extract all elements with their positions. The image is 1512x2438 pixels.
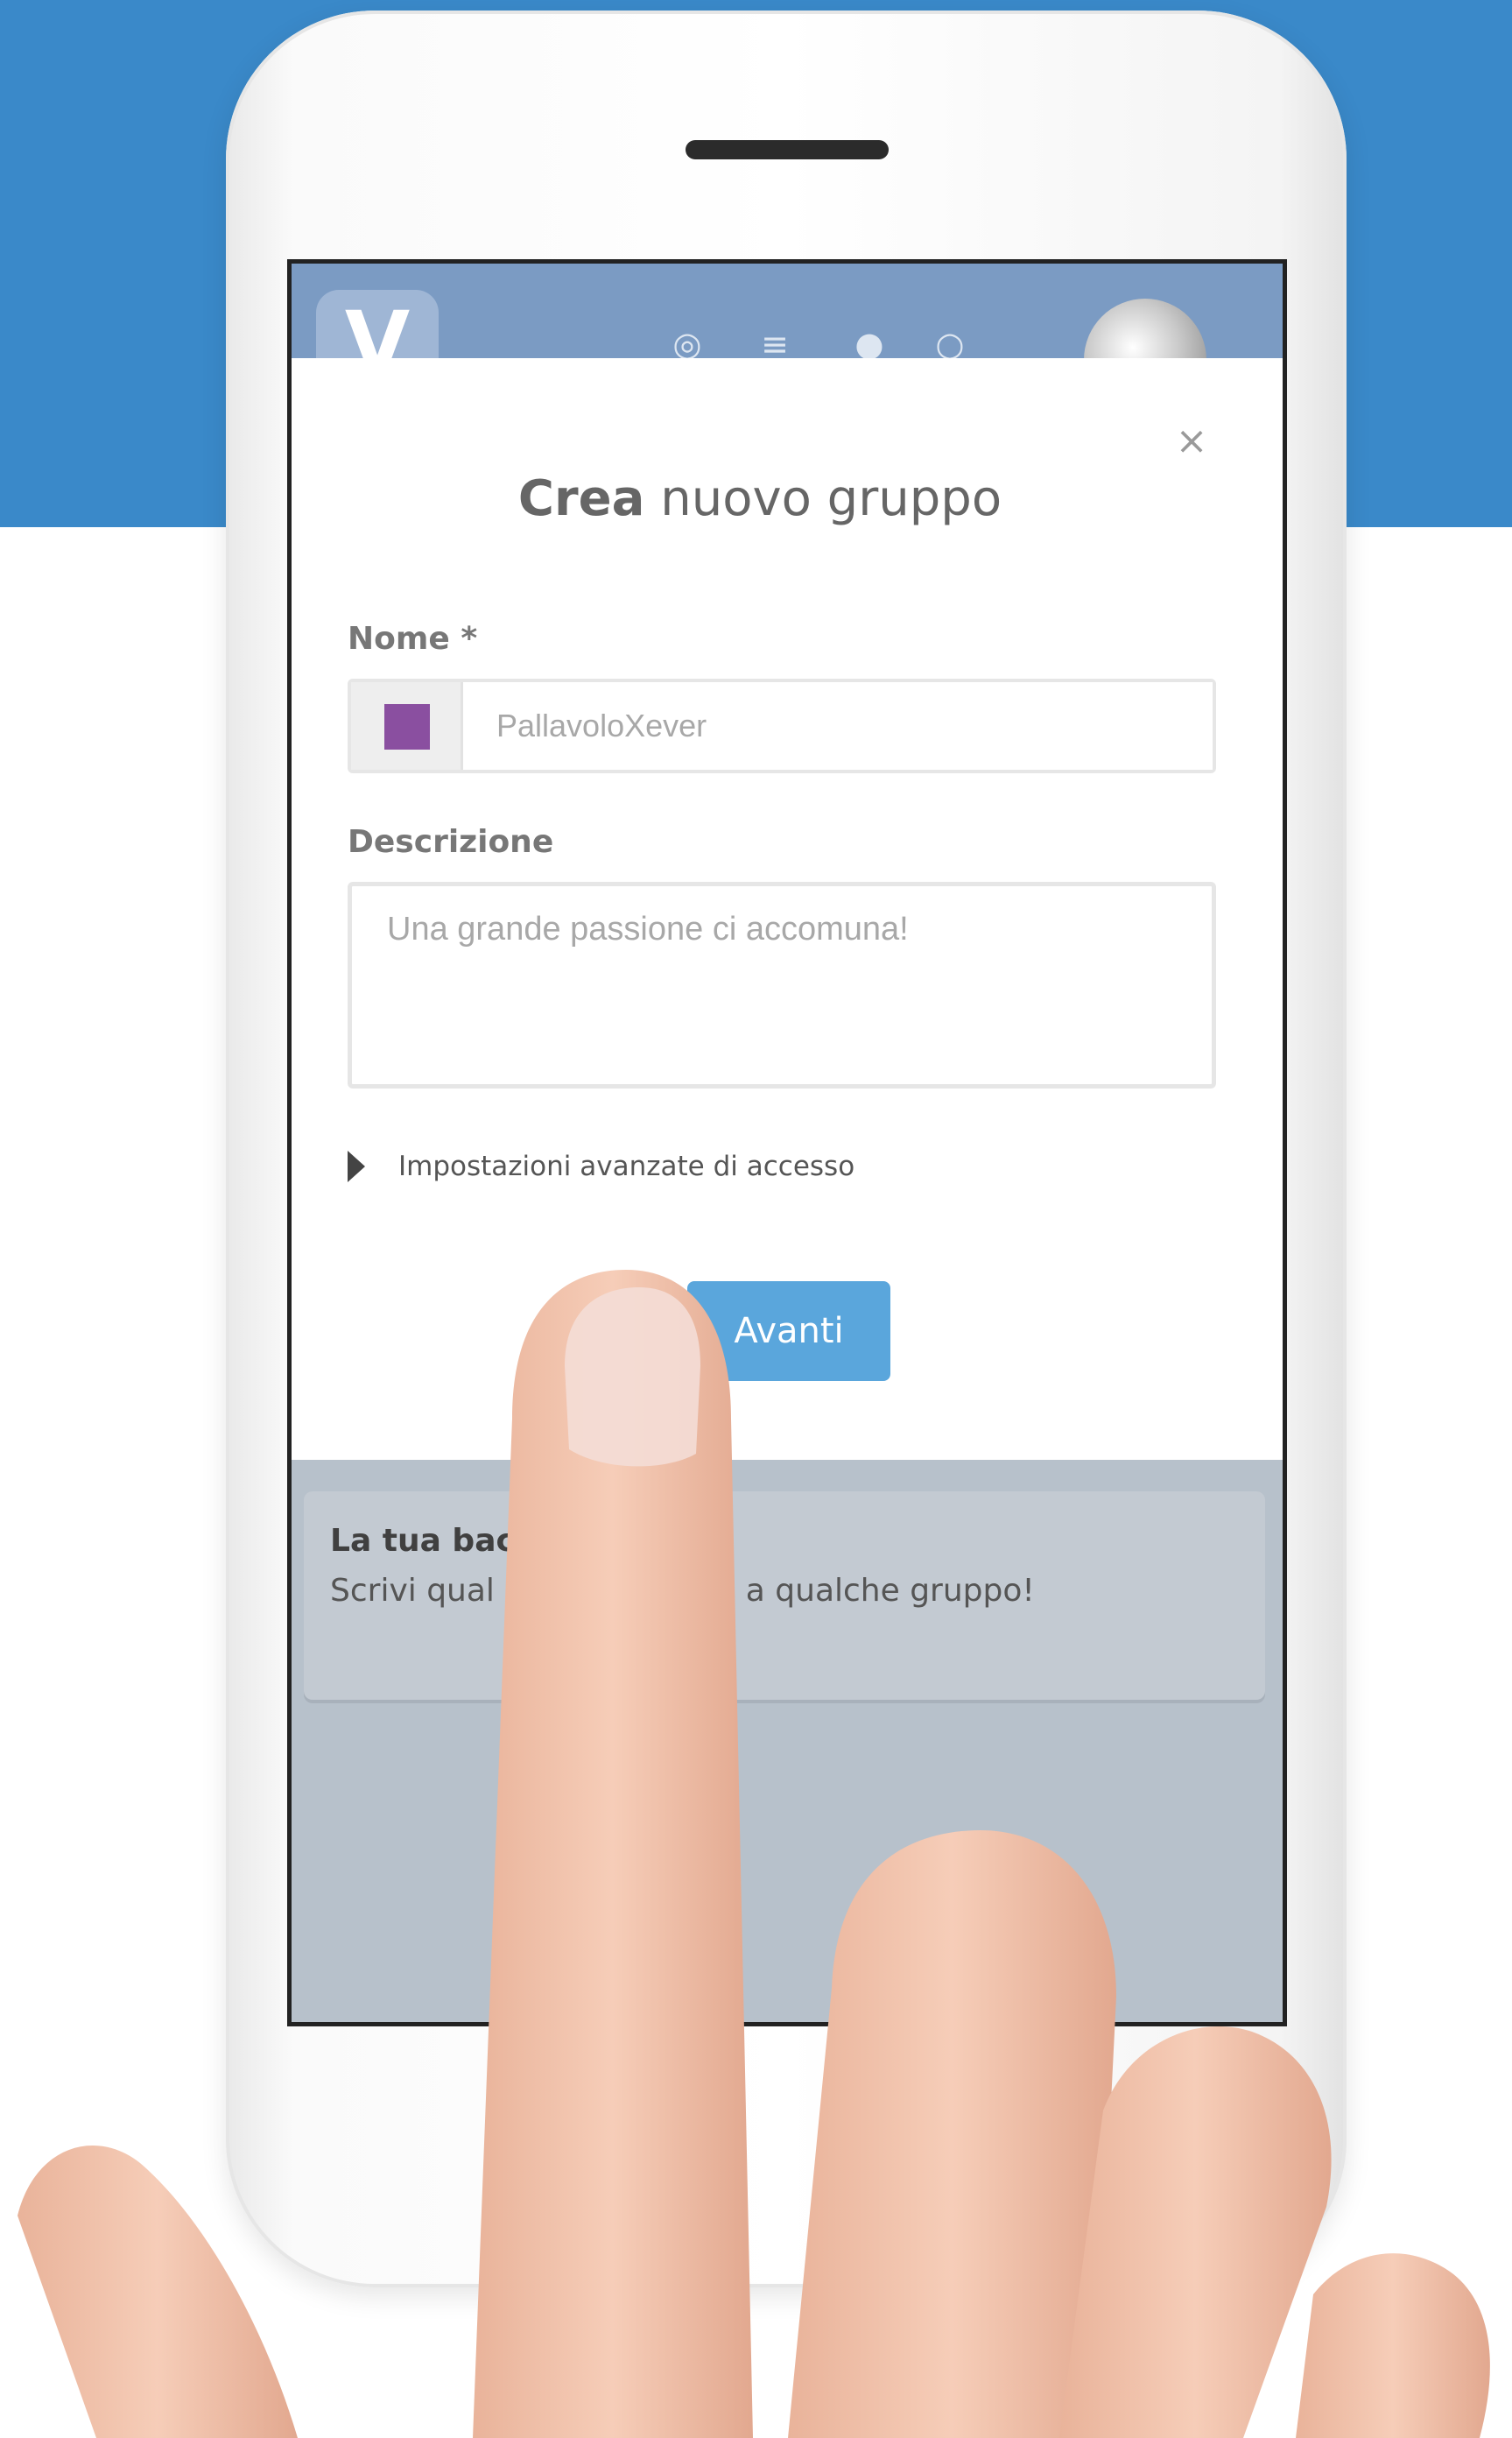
pinky-finger <box>1296 2253 1490 2438</box>
stage: V ◎ ≡ ● ○ × Crea nuovo gruppo Nome * Des… <box>0 0 1512 2438</box>
description-textarea[interactable] <box>348 882 1216 1089</box>
feed-card-title: La tua bac <box>330 1523 515 1559</box>
name-field-group <box>348 679 1216 773</box>
create-group-modal: × Crea nuovo gruppo Nome * Descrizione I… <box>292 358 1283 1460</box>
phone-speaker <box>686 140 889 159</box>
next-button[interactable]: Avanti <box>687 1281 890 1381</box>
color-picker-addon[interactable] <box>351 682 463 770</box>
feed-card-text: Scrivi qual rofilo o unisciti a qualche … <box>330 1573 1035 1609</box>
modal-title-rest: nuovo gruppo <box>644 470 1002 527</box>
advanced-access-label: Impostazioni avanzate di accesso <box>398 1151 855 1182</box>
feed-card: La tua bac Scrivi qual rofilo o unisciti… <box>304 1491 1265 1700</box>
description-label: Descrizione <box>348 824 554 860</box>
phone-screen: V ◎ ≡ ● ○ × Crea nuovo gruppo Nome * Des… <box>287 259 1287 2026</box>
modal-title-bold: Crea <box>517 470 645 527</box>
modal-title: Crea nuovo gruppo <box>292 470 1228 527</box>
caret-right-icon <box>348 1151 365 1182</box>
group-name-input[interactable] <box>463 682 1213 770</box>
close-icon[interactable]: × <box>1170 419 1213 463</box>
app-header: V ◎ ≡ ● ○ <box>292 264 1283 421</box>
advanced-access-toggle[interactable]: Impostazioni avanzate di accesso <box>348 1145 854 1188</box>
name-label: Nome * <box>348 621 478 657</box>
group-color-swatch[interactable] <box>384 704 430 750</box>
